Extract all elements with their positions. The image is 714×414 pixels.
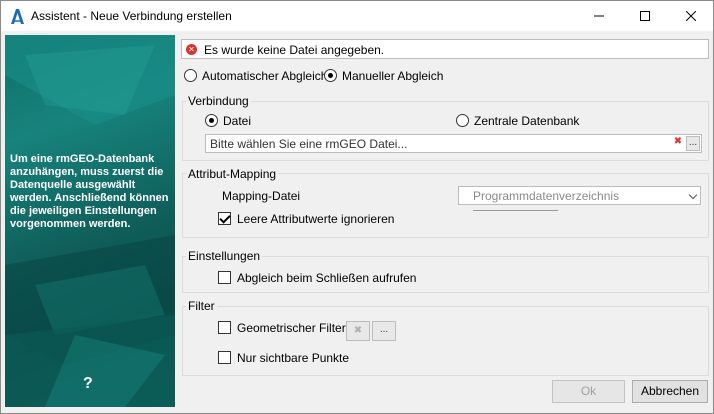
error-text: Es wurde keine Datei angegeben. — [204, 43, 385, 57]
maximize-icon — [640, 11, 650, 21]
auto-sync-label[interactable]: Automatischer Abgleich — [202, 69, 327, 83]
manual-sync-label[interactable]: Manueller Abgleich — [342, 69, 443, 83]
visible-points-label[interactable]: Nur sichtbare Punkte — [237, 351, 349, 365]
visible-points-checkbox[interactable] — [218, 351, 231, 364]
side-panel-description: Um eine rmGEO-Datenbank anzuhängen, muss… — [10, 153, 169, 230]
error-icon: ✕ — [186, 44, 197, 55]
ignore-empty-checkbox[interactable] — [218, 212, 231, 225]
datei-radio[interactable] — [205, 114, 218, 127]
error-message-bar: ✕ Es wurde keine Datei angegeben. — [181, 39, 709, 59]
zentrale-datenbank-radio[interactable] — [456, 114, 469, 127]
title-bar: Assistent - Neue Verbindung erstellen — [1, 1, 713, 31]
cancel-button[interactable]: Abbrechen — [632, 380, 708, 403]
mapping-file-select-value: Programmdatenverzeichnis ────────── — [473, 189, 620, 217]
clear-file-button[interactable]: ✖ — [671, 136, 685, 151]
verbindung-title: Verbindung — [186, 94, 251, 108]
autodesk-a-icon — [11, 9, 24, 24]
einstellungen-title: Einstellungen — [186, 249, 263, 263]
ignore-empty-label[interactable]: Leere Attributwerte ignorieren — [237, 212, 394, 226]
browse-file-button[interactable]: ... — [686, 136, 700, 151]
geo-filter-checkbox[interactable] — [218, 321, 231, 334]
mapping-file-label: Mapping-Datei — [222, 189, 301, 203]
minimize-button[interactable] — [576, 1, 622, 31]
geo-filter-label[interactable]: Geometrischer Filter — [237, 321, 346, 335]
zentrale-datenbank-label[interactable]: Zentrale Datenbank — [474, 114, 579, 128]
filter-title: Filter — [186, 299, 217, 313]
window-title: Assistent - Neue Verbindung erstellen — [31, 9, 232, 23]
attribut-mapping-title: Attribut-Mapping — [186, 167, 279, 181]
ok-button[interactable]: Ok — [552, 380, 625, 403]
maximize-button[interactable] — [622, 1, 668, 31]
auto-sync-radio[interactable] — [184, 69, 197, 82]
close-sync-label[interactable]: Abgleich beim Schließen aufrufen — [237, 271, 416, 285]
geo-filter-browse-button[interactable]: ... — [372, 321, 396, 341]
file-path-field[interactable]: Bitte wählen Sie eine rmGEO Datei... — [205, 134, 702, 153]
close-button[interactable] — [668, 1, 713, 31]
file-path-placeholder: Bitte wählen Sie eine rmGEO Datei... — [210, 137, 408, 151]
red-x-icon: ✖ — [673, 136, 683, 147]
mapping-file-select[interactable]: Programmdatenverzeichnis ────────── — [458, 186, 701, 217]
datei-label[interactable]: Datei — [223, 114, 251, 128]
dialog-window: Assistent - Neue Verbindung erstellen Um… — [0, 0, 714, 414]
minimize-icon — [594, 15, 604, 17]
help-icon[interactable]: ? — [83, 375, 93, 393]
close-sync-checkbox[interactable] — [218, 271, 231, 284]
side-panel: Um eine rmGEO-Datenbank anzuhängen, muss… — [5, 35, 175, 407]
x-icon: ✖ — [353, 325, 363, 336]
close-icon — [686, 11, 696, 21]
manual-sync-radio[interactable] — [324, 69, 337, 82]
geo-filter-clear-button[interactable]: ✖ — [346, 321, 370, 341]
filter-group — [182, 306, 709, 376]
